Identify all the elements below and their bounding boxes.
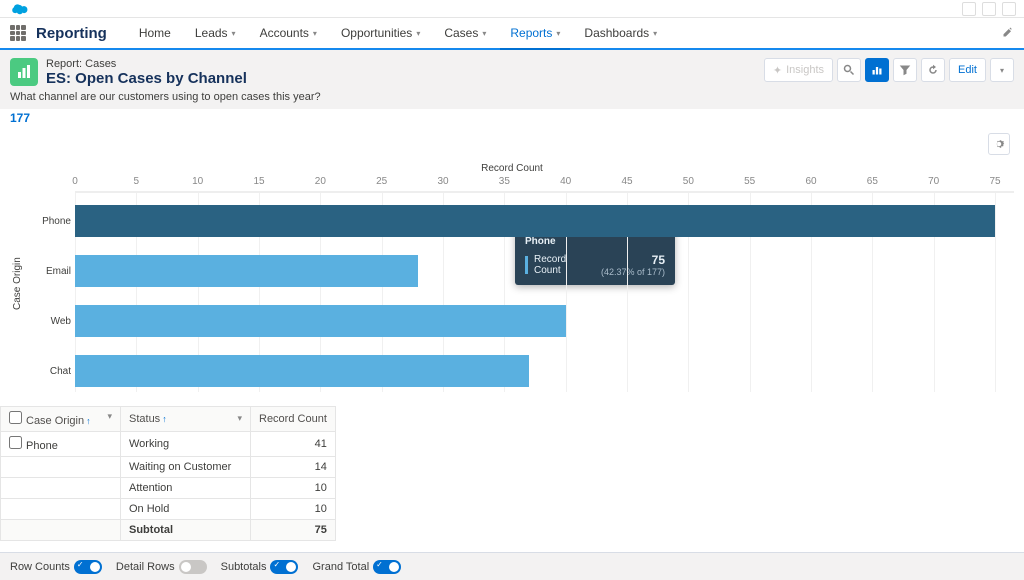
x-tick: 15 — [253, 176, 264, 187]
x-tick: 60 — [805, 176, 816, 187]
salesforce-logo — [8, 2, 34, 16]
total-summary: 177 — [0, 109, 1024, 127]
chevron-down-icon: ▾ — [653, 29, 657, 38]
row-counts-toggle[interactable]: Row Counts✓ — [10, 560, 102, 574]
chart-settings-button[interactable] — [988, 133, 1010, 155]
bar[interactable] — [75, 355, 529, 387]
x-tick: 70 — [928, 176, 939, 187]
report-type-icon — [10, 58, 38, 86]
x-tick: 20 — [315, 176, 326, 187]
topbar-actions — [962, 2, 1016, 16]
cell-case-origin — [1, 478, 121, 499]
nav-item-leads[interactable]: Leads▾ — [185, 17, 246, 49]
bar-label: Chat — [31, 366, 71, 377]
cell-case-origin — [1, 499, 121, 520]
col-case-origin[interactable]: Case Origin↑▾ — [1, 407, 121, 432]
detail-rows-toggle[interactable]: Detail Rows — [116, 560, 207, 574]
report-table: Case Origin↑▾ Status↑▾ Record Count Phon… — [0, 398, 1024, 541]
cell-status: On Hold — [121, 499, 251, 520]
bar[interactable] — [75, 255, 418, 287]
chart-plot-area: 051015202530354045505560657075 Case Orig… — [75, 176, 1014, 392]
insights-button[interactable]: ✦Insights — [764, 58, 833, 82]
nav-item-home[interactable]: Home — [129, 17, 181, 49]
bar-row-chat[interactable]: Chat — [75, 351, 529, 391]
x-tick: 50 — [683, 176, 694, 187]
nav-item-accounts[interactable]: Accounts▾ — [250, 17, 327, 49]
chart-y-axis-title: Case Origin — [10, 176, 25, 392]
report-breadcrumb: Report: Cases — [46, 58, 247, 70]
x-tick: 65 — [867, 176, 878, 187]
x-tick: 10 — [192, 176, 203, 187]
table-row[interactable]: Attention10 — [1, 478, 336, 499]
chevron-down-icon: ▾ — [313, 29, 317, 38]
row-checkbox[interactable] — [9, 436, 22, 449]
report-actions: ✦Insights Edit ▾ — [764, 58, 1014, 82]
nav-edit-icon[interactable] — [1002, 26, 1014, 41]
cell-count: 10 — [251, 499, 336, 520]
x-tick: 75 — [989, 176, 1000, 187]
cell-case-origin — [1, 457, 121, 478]
x-tick: 25 — [376, 176, 387, 187]
more-actions-button[interactable]: ▾ — [990, 58, 1014, 82]
x-tick: 5 — [134, 176, 140, 187]
col-record-count[interactable]: Record Count — [251, 407, 336, 432]
chevron-down-icon: ▾ — [482, 29, 486, 38]
topbar-icon-2[interactable] — [982, 2, 996, 16]
x-tick: 30 — [437, 176, 448, 187]
cell-count: 41 — [251, 432, 336, 457]
cell-status: Working — [121, 432, 251, 457]
topbar-icon-3[interactable] — [1002, 2, 1016, 16]
subtotal-row: Subtotal75 — [1, 520, 336, 541]
bar-label: Email — [31, 266, 71, 277]
topbar-icon-1[interactable] — [962, 2, 976, 16]
chart-panel: Record Count Case Origin 0 5 10 15 20 25 30 35 4… — [0, 127, 1024, 398]
chevron-down-icon: ▾ — [416, 29, 420, 38]
bar-label: Web — [31, 316, 71, 327]
cell-status: Waiting on Customer — [121, 457, 251, 478]
report-footer-bar: Row Counts✓ Detail Rows Subtotals✓ Grand… — [0, 552, 1024, 580]
bar-row-web[interactable]: Web — [75, 301, 566, 341]
cell-status: Attention — [121, 478, 251, 499]
nav-item-cases[interactable]: Cases▾ — [434, 17, 496, 49]
bar[interactable] — [75, 305, 566, 337]
x-tick: 55 — [744, 176, 755, 187]
chart-x-axis-title: Record Count — [10, 163, 1014, 174]
grand-total-toggle[interactable]: Grand Total✓ — [312, 560, 401, 574]
bar-row-email[interactable]: Email — [75, 251, 418, 291]
nav-item-reports[interactable]: Reports▾ — [500, 18, 570, 50]
chevron-down-icon: ▾ — [556, 29, 560, 38]
bar[interactable] — [75, 205, 995, 237]
bar-label: Phone — [31, 216, 71, 227]
global-header — [0, 0, 1024, 18]
cell-count: 14 — [251, 457, 336, 478]
app-navbar: Reporting Home Leads▾ Accounts▾ Opportun… — [0, 18, 1024, 50]
nav-item-dashboards[interactable]: Dashboards▾ — [574, 17, 667, 49]
x-tick: 40 — [560, 176, 571, 187]
bar-row-phone[interactable]: Phone — [75, 201, 995, 241]
select-all-checkbox[interactable] — [9, 411, 22, 424]
report-title-block: Report: Cases ES: Open Cases by Channel — [46, 58, 247, 87]
report-subtitle: What channel are our customers using to … — [0, 91, 1024, 109]
x-tick: 35 — [499, 176, 510, 187]
edit-button[interactable]: Edit — [949, 58, 986, 82]
cell-count: 10 — [251, 478, 336, 499]
table-row[interactable]: Waiting on Customer14 — [1, 457, 336, 478]
nav-item-opportunities[interactable]: Opportunities▾ — [331, 17, 430, 49]
refresh-button[interactable] — [921, 58, 945, 82]
app-launcher-icon[interactable] — [10, 25, 26, 41]
filter-button[interactable] — [893, 58, 917, 82]
search-button[interactable] — [837, 58, 861, 82]
app-name: Reporting — [36, 25, 107, 42]
subtotals-toggle[interactable]: Subtotals✓ — [221, 560, 299, 574]
table-row[interactable]: PhoneWorking41 — [1, 432, 336, 457]
x-tick: 45 — [621, 176, 632, 187]
report-title: ES: Open Cases by Channel — [46, 70, 247, 87]
col-status[interactable]: Status↑▾ — [121, 407, 251, 432]
report-header: Report: Cases ES: Open Cases by Channel … — [0, 50, 1024, 91]
x-tick: 0 — [72, 176, 78, 187]
chevron-down-icon: ▾ — [232, 29, 236, 38]
table-row[interactable]: On Hold10 — [1, 499, 336, 520]
chart-toggle-button[interactable] — [865, 58, 889, 82]
cell-case-origin: Phone — [1, 432, 121, 457]
